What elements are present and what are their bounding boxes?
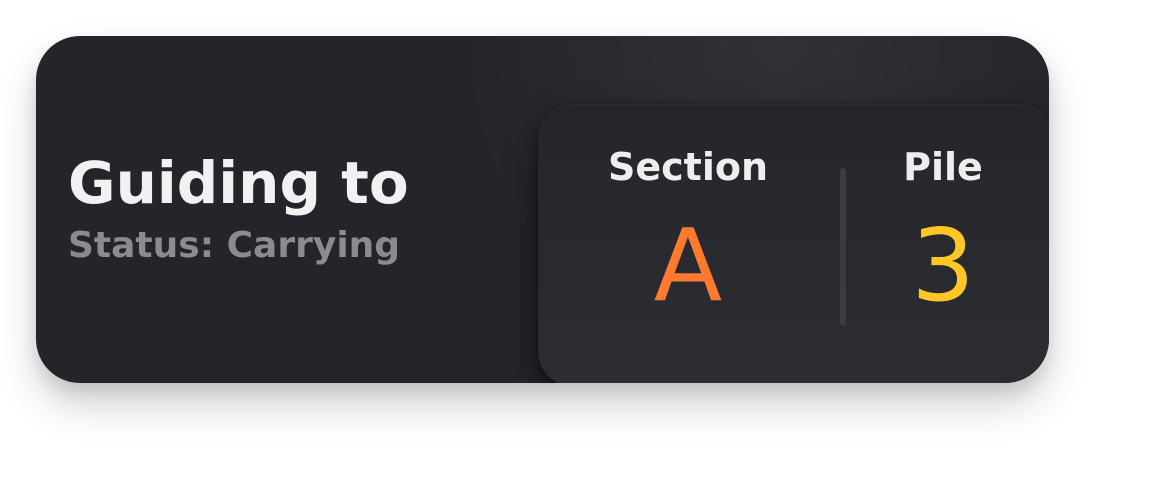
guidance-card: Guiding to Status: Carrying Section A Pi…	[36, 36, 1049, 383]
status-text: Status: Carrying	[68, 225, 401, 266]
pile-label: Pile	[903, 145, 983, 189]
destination-panel: Section A Pile 3	[538, 104, 1049, 383]
section-value: A	[653, 207, 723, 324]
column-divider	[840, 168, 846, 326]
guidance-text: Guiding to Status: Carrying	[68, 148, 409, 268]
pile-value: 3	[911, 207, 975, 324]
pile-column: Pile 3	[868, 144, 1018, 316]
guidance-title: Guiding to	[68, 149, 409, 217]
section-column: Section A	[568, 144, 808, 316]
stage: Guiding to Status: Carrying Section A Pi…	[0, 0, 1158, 492]
section-label: Section	[607, 145, 768, 189]
